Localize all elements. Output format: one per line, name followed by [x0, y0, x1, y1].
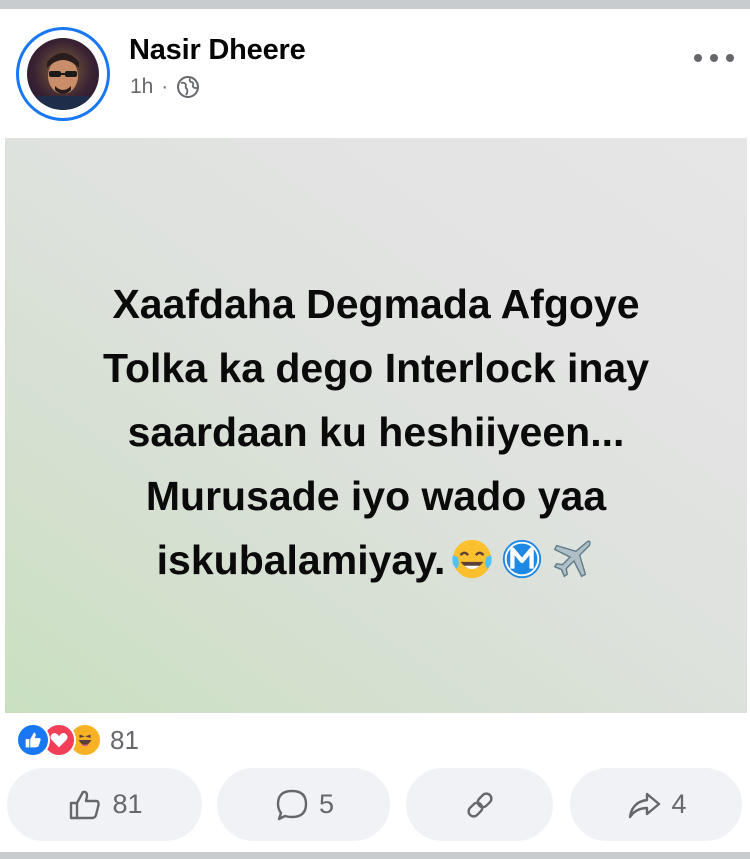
more-dot	[710, 54, 718, 62]
post-text-line: saardaan ku heshiiyeen...	[127, 409, 625, 455]
post-text-line: iskubalamiyay.	[156, 537, 446, 583]
reactions-count[interactable]: 81	[110, 725, 139, 756]
share-count: 4	[671, 789, 687, 819]
reactions-summary[interactable]: 81	[16, 723, 139, 757]
post-emojis	[449, 536, 595, 582]
copy-link-button[interactable]	[406, 768, 553, 841]
comment-icon	[276, 789, 308, 820]
like-button[interactable]: 81	[7, 768, 202, 841]
comment-count: 5	[318, 789, 335, 819]
more-options-icon[interactable]	[694, 46, 734, 70]
post-text: Xaafdaha Degmada Afgoye Tolka ka dego In…	[5, 272, 747, 592]
post-background[interactable]: Xaafdaha Degmada Afgoye Tolka ka dego In…	[5, 138, 747, 713]
post-text-line: Murusade iyo wado yaa	[145, 473, 607, 519]
author-name[interactable]: Nasir Dheere	[129, 34, 306, 67]
circled-m-emoji	[503, 539, 542, 579]
face-with-tears-of-joy-emoji	[452, 539, 492, 579]
post-text-line: Tolka ka dego Interlock inay	[102, 345, 650, 391]
globe-icon	[176, 75, 200, 99]
share-icon	[629, 792, 661, 818]
bottom-divider	[0, 852, 750, 859]
comment-button[interactable]: 5	[217, 768, 390, 841]
post-text-last-line: iskubalamiyay.	[5, 528, 747, 592]
like-count: 81	[112, 789, 143, 819]
like-reaction-icon	[16, 723, 50, 757]
more-dot	[726, 54, 734, 62]
thumbs-up-icon	[70, 790, 101, 819]
share-button[interactable]: 4	[570, 768, 742, 841]
link-icon	[466, 791, 493, 818]
more-dot	[694, 54, 702, 62]
avatar-photo	[27, 38, 99, 110]
post-meta: 1h ·	[130, 75, 200, 99]
top-divider	[0, 0, 750, 9]
post-text-line: Xaafdaha Degmada Afgoye	[112, 281, 640, 327]
avatar[interactable]	[16, 27, 110, 121]
airplane-emoji	[554, 540, 591, 578]
post-time[interactable]: 1h	[130, 75, 153, 99]
meta-separator: ·	[161, 75, 169, 98]
